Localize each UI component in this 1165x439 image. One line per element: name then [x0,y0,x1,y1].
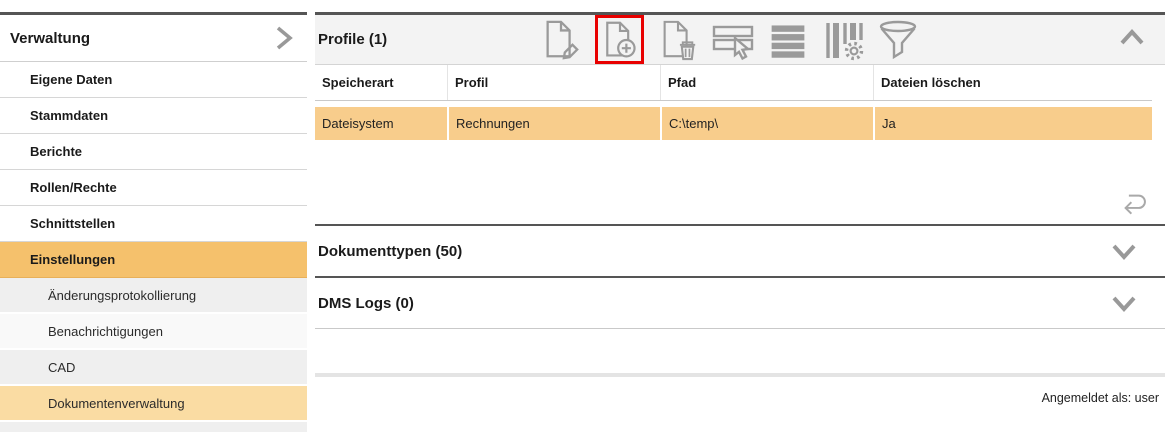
sidebar-next-item-clipped [0,422,307,432]
cell-profil: Rechnungen [447,107,660,140]
add-document-button[interactable] [595,15,644,64]
footer-gap [315,329,1165,373]
main-panel: Profile (1) [315,12,1165,405]
profile-table-header: Speicherart Profil Pfad Dateien löschen [315,65,1152,101]
sidebar-subitem-label: Dokumentenverwaltung [48,396,185,411]
column-header-speicherart[interactable]: Speicherart [315,65,447,100]
sidebar: Verwaltung Eigene Daten Stammdaten Beric… [0,12,307,432]
sidebar-item-label: Schnittstellen [30,216,115,231]
delete-document-icon [657,18,699,62]
sidebar-item-stammdaten[interactable]: Stammdaten [0,98,307,134]
profile-table: Speicherart Profil Pfad Dateien löschen … [315,65,1152,140]
section-title: Dokumenttypen (50) [315,243,462,260]
sidebar-subitem-benachrichtigungen[interactable]: Benachrichtigungen [0,314,307,350]
sidebar-subitem-cad[interactable]: CAD [0,350,307,386]
sidebar-item-label: Stammdaten [30,108,108,123]
sidebar-subitem-dokumentenverwaltung[interactable]: Dokumentenverwaltung [0,386,307,422]
sidebar-item-eigene-daten[interactable]: Eigene Daten [0,62,307,98]
sidebar-subitem-aenderungsprotokollierung[interactable]: Änderungsprotokollierung [0,278,307,314]
chevron-down-icon [1111,296,1137,312]
profile-section-header: Profile (1) [315,12,1165,65]
sidebar-item-berichte[interactable]: Berichte [0,134,307,170]
chevron-right-icon[interactable] [271,24,295,52]
logged-in-as-text: Angemeldet als: user [1042,391,1159,405]
chevron-down-icon [1111,244,1137,260]
sidebar-item-label: Rollen/Rechte [30,180,117,195]
section-dms-logs[interactable]: DMS Logs (0) [315,278,1165,328]
cell-speicherart: Dateisystem [315,107,447,140]
dokumenttypen-expand-button[interactable] [1111,244,1137,260]
sidebar-title: Verwaltung [10,30,271,47]
column-header-dateien-loeschen[interactable]: Dateien löschen [873,65,1152,100]
column-header-profil[interactable]: Profil [447,65,660,100]
sidebar-subitem-label: Benachrichtigungen [48,324,163,339]
sidebar-subitem-label: CAD [48,360,75,375]
sidebar-item-einstellungen[interactable]: Einstellungen [0,242,307,278]
dms-logs-expand-button[interactable] [1111,296,1137,312]
chevron-up-icon [1119,29,1145,45]
sidebar-subitem-label: Änderungsprotokollierung [48,288,196,303]
table-row-selected[interactable]: Dateisystem Rechnungen C:\temp\ Ja [315,107,1152,140]
section-title: DMS Logs (0) [315,295,414,312]
profile-collapse-button[interactable] [1119,29,1145,45]
select-row-button[interactable] [712,18,754,62]
profile-toolbar [540,15,919,64]
sidebar-header[interactable]: Verwaltung [0,12,307,62]
sidebar-item-label: Eigene Daten [30,72,112,87]
status-bar: Angemeldet als: user [315,377,1165,405]
edit-document-icon [540,18,582,62]
sidebar-item-rollen-rechte[interactable]: Rollen/Rechte [0,170,307,206]
cell-dateien-loeschen: Ja [873,107,1152,140]
profile-section-title: Profile (1) [315,31,387,48]
add-document-icon [600,19,640,61]
filter-icon [876,18,920,62]
column-header-pfad[interactable]: Pfad [660,65,873,100]
sidebar-item-label: Einstellungen [30,252,115,267]
delete-document-button[interactable] [657,18,699,62]
rows-list-icon [768,18,808,62]
sidebar-item-schnittstellen[interactable]: Schnittstellen [0,206,307,242]
profile-table-footer [315,140,1165,224]
undo-button[interactable] [1119,190,1147,216]
barcode-settings-icon [821,18,865,62]
cell-pfad: C:\temp\ [660,107,873,140]
section-dokumenttypen[interactable]: Dokumenttypen (50) [315,226,1165,276]
barcode-settings-button[interactable] [822,18,864,62]
rows-list-button[interactable] [767,18,809,62]
sidebar-item-label: Berichte [30,144,82,159]
undo-arrow-icon [1119,190,1147,216]
filter-button[interactable] [877,18,919,62]
edit-document-button[interactable] [540,18,582,62]
select-row-icon [711,18,755,62]
